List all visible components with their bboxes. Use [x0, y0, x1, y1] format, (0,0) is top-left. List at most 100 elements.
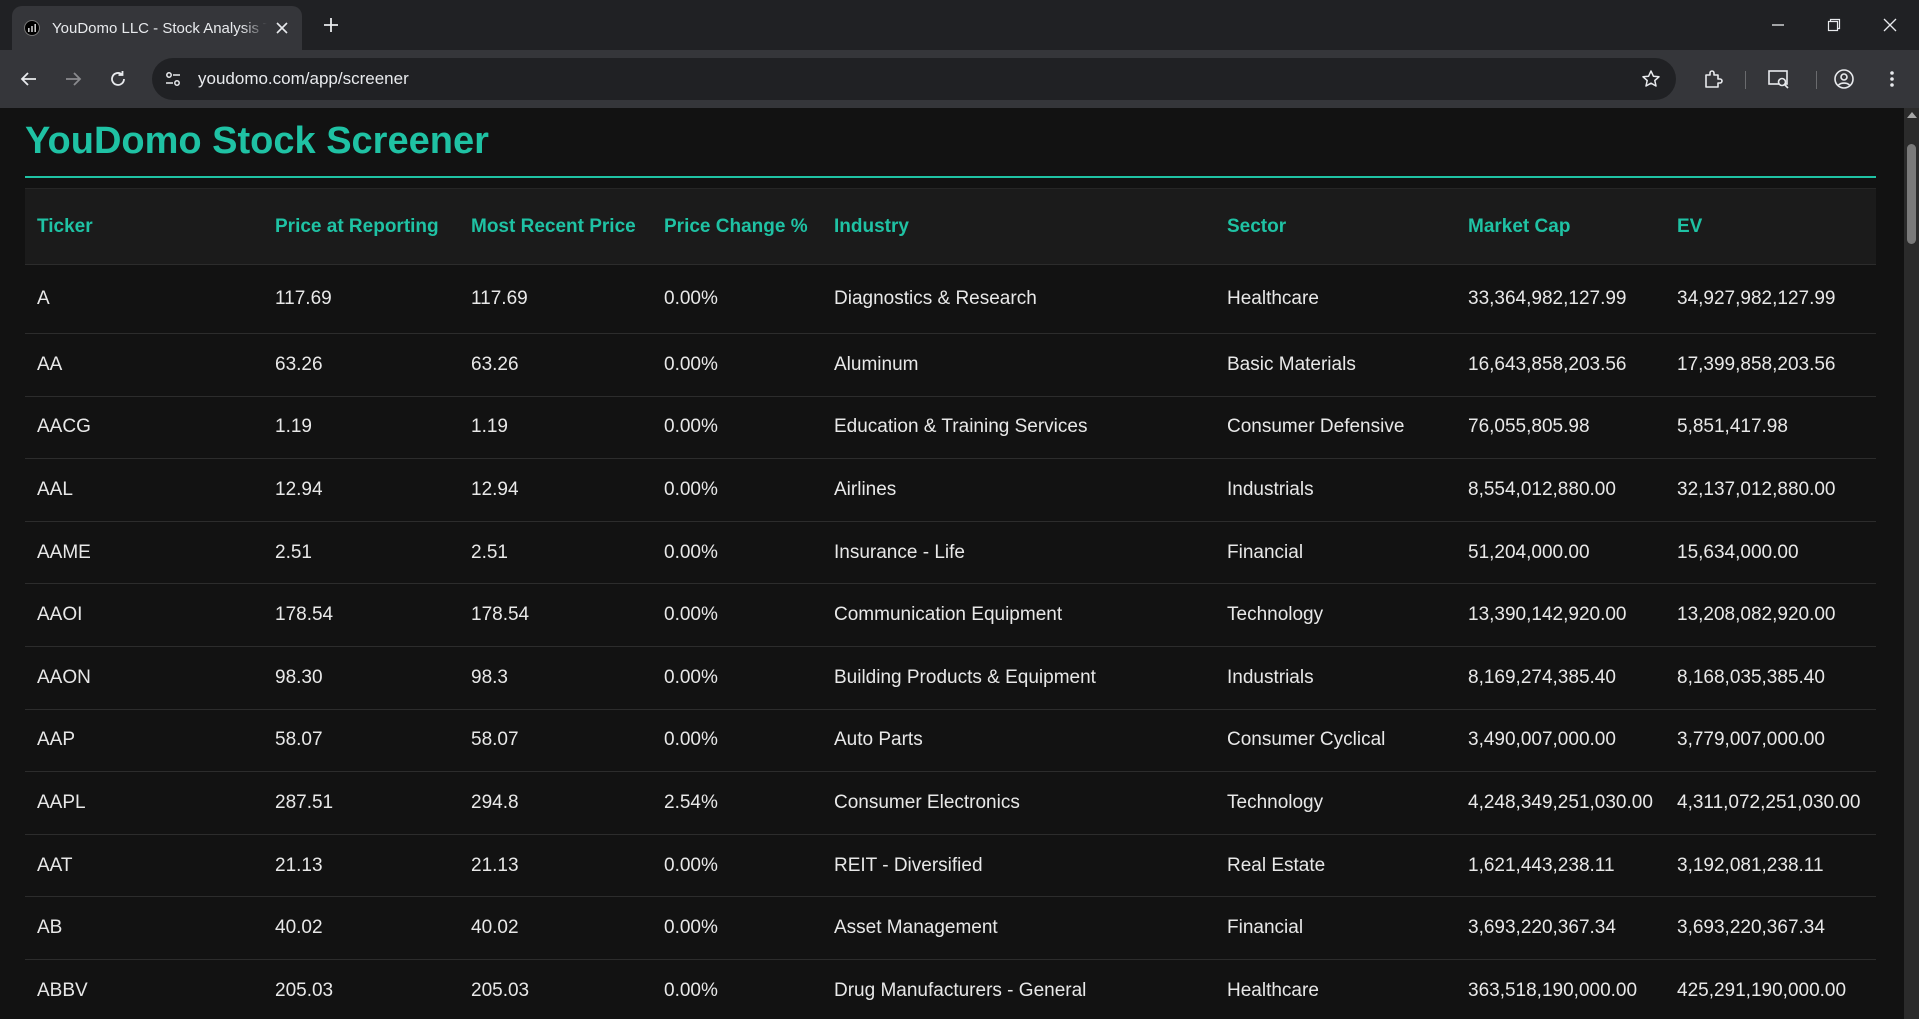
- puzzle-icon: [1705, 70, 1723, 88]
- address-bar[interactable]: youdomo.com/app/screener: [152, 58, 1676, 100]
- table-cell: 1,621,443,238.11: [1456, 834, 1665, 898]
- browser-tab[interactable]: YouDomo LLC - Stock Analysis Tool: [12, 6, 302, 50]
- table-cell: 0.00%: [652, 333, 822, 397]
- scroll-thumb[interactable]: [1907, 144, 1916, 244]
- scroll-up-arrow-icon[interactable]: [1906, 112, 1917, 118]
- table-cell: 0.00%: [652, 396, 822, 460]
- close-window-button[interactable]: [1862, 0, 1918, 50]
- new-tab-button[interactable]: [318, 12, 344, 38]
- table-row[interactable]: A 117.69 117.69 0.00% Diagnostics & Research…: [25, 264, 1876, 334]
- table-cell: 58.07: [459, 709, 652, 773]
- table-cell: A: [25, 264, 263, 334]
- table-cell: Consumer Electronics: [822, 771, 1215, 835]
- kebab-menu-icon: [1890, 71, 1894, 87]
- table-cell: 1.19: [459, 396, 652, 460]
- table-cell: Education & Training Services: [822, 396, 1215, 460]
- tab-close-icon[interactable]: [272, 18, 292, 38]
- table-cell: Real Estate: [1215, 834, 1456, 898]
- table-cell: Healthcare: [1215, 264, 1456, 334]
- table-cell: 3,490,007,000.00: [1456, 709, 1665, 773]
- table-row[interactable]: AAON 98.30 98.3 0.00% Building Products & Eq…: [25, 646, 1876, 710]
- column-header[interactable]: EV: [1665, 188, 1876, 265]
- table-cell: 4,311,072,251,030.00: [1665, 771, 1876, 835]
- column-header[interactable]: Market Cap: [1456, 188, 1665, 265]
- table-cell: Financial: [1215, 521, 1456, 585]
- table-cell: 0.00%: [652, 521, 822, 585]
- table-cell: 32,137,012,880.00: [1665, 458, 1876, 522]
- table-cell: 4,248,349,251,030.00: [1456, 771, 1665, 835]
- table-cell: Basic Materials: [1215, 333, 1456, 397]
- reload-icon: [111, 71, 125, 86]
- table-cell: Asset Management: [822, 896, 1215, 960]
- table-cell: 0.00%: [652, 264, 822, 334]
- table-cell: Healthcare: [1215, 959, 1456, 1019]
- minimize-button[interactable]: [1750, 0, 1806, 50]
- table-cell: 425,291,190,000.00: [1665, 959, 1876, 1019]
- table-row[interactable]: AAPL 287.51 294.8 2.54% Consumer Electronics…: [25, 771, 1876, 835]
- table-row[interactable]: ABBV 205.03 205.03 0.00% Drug Manufacturers …: [25, 959, 1876, 1019]
- table-cell: 63.26: [459, 333, 652, 397]
- reload-button[interactable]: [103, 64, 133, 94]
- column-header[interactable]: Sector: [1215, 188, 1456, 265]
- screener-table: Ticker Price at Reporting Most Recent Pric…: [25, 188, 1876, 1019]
- table-cell: 178.54: [263, 583, 459, 647]
- toolbar-divider: [1816, 71, 1817, 89]
- tab-search-button[interactable]: [1764, 64, 1794, 94]
- table-row[interactable]: AAP 58.07 58.07 0.00% Auto Parts Consumer Cyc…: [25, 709, 1876, 773]
- table-cell: 33,364,982,127.99: [1456, 264, 1665, 334]
- account-circle-icon: [1834, 69, 1854, 89]
- site-info-icon[interactable]: [158, 64, 188, 94]
- back-button[interactable]: [14, 64, 44, 94]
- table-cell: 12.94: [263, 458, 459, 522]
- restore-button[interactable]: [1806, 0, 1862, 50]
- page-scrollbar[interactable]: [1904, 108, 1919, 1019]
- url-text: youdomo.com/app/screener: [198, 69, 409, 88]
- column-header[interactable]: Ticker: [25, 188, 263, 265]
- profile-button[interactable]: [1829, 64, 1859, 94]
- table-cell: 205.03: [459, 959, 652, 1019]
- table-cell: AAP: [25, 709, 263, 773]
- tab-title: YouDomo LLC - Stock Analysis Tool: [52, 19, 267, 37]
- table-cell: 0.00%: [652, 834, 822, 898]
- table-row[interactable]: AB 40.02 40.02 0.00% Asset Management Financi…: [25, 896, 1876, 960]
- table-cell: Communication Equipment: [822, 583, 1215, 647]
- table-cell: AA: [25, 333, 263, 397]
- table-cell: 0.00%: [652, 709, 822, 773]
- bookmark-star-icon[interactable]: [1640, 68, 1662, 90]
- table-cell: 8,168,035,385.40: [1665, 646, 1876, 710]
- table-cell: REIT - Diversified: [822, 834, 1215, 898]
- forward-button[interactable]: [58, 64, 88, 94]
- table-cell: 0.00%: [652, 896, 822, 960]
- table-cell: Drug Manufacturers - General: [822, 959, 1215, 1019]
- table-cell: AAL: [25, 458, 263, 522]
- table-cell: 76,055,805.98: [1456, 396, 1665, 460]
- table-row[interactable]: AAME 2.51 2.51 0.00% Insurance - Life Financi…: [25, 521, 1876, 585]
- table-cell: Industrials: [1215, 458, 1456, 522]
- table-cell: Industrials: [1215, 646, 1456, 710]
- column-header[interactable]: Most Recent Price: [459, 188, 652, 265]
- table-row[interactable]: AAOI 178.54 178.54 0.00% Communication Equip…: [25, 583, 1876, 647]
- table-header-row: Ticker Price at Reporting Most Recent Pric…: [25, 188, 1876, 265]
- column-header[interactable]: Price Change %: [652, 188, 822, 265]
- table-cell: 117.69: [459, 264, 652, 334]
- table-cell: 16,643,858,203.56: [1456, 333, 1665, 397]
- table-cell: 98.30: [263, 646, 459, 710]
- table-row[interactable]: AAT 21.13 21.13 0.00% REIT - Diversified Real…: [25, 834, 1876, 898]
- table-cell: Financial: [1215, 896, 1456, 960]
- table-cell: AAON: [25, 646, 263, 710]
- column-header[interactable]: Industry: [822, 188, 1215, 265]
- table-row[interactable]: AAL 12.94 12.94 0.00% Airlines Industrials 8,5…: [25, 458, 1876, 522]
- table-cell: 0.00%: [652, 458, 822, 522]
- table-cell: 205.03: [263, 959, 459, 1019]
- extensions-button[interactable]: [1698, 64, 1728, 94]
- table-cell: 21.13: [263, 834, 459, 898]
- table-cell: ABBV: [25, 959, 263, 1019]
- menu-button[interactable]: [1877, 64, 1907, 94]
- title-divider: [25, 176, 1876, 178]
- restore-icon: [1827, 18, 1841, 32]
- column-header[interactable]: Price at Reporting: [263, 188, 459, 265]
- table-row[interactable]: AA 63.26 63.26 0.00% Aluminum Basic Materials…: [25, 333, 1876, 397]
- table-cell: 40.02: [263, 896, 459, 960]
- table-cell: 3,779,007,000.00: [1665, 709, 1876, 773]
- table-row[interactable]: AACG 1.19 1.19 0.00% Education & Training Se…: [25, 396, 1876, 460]
